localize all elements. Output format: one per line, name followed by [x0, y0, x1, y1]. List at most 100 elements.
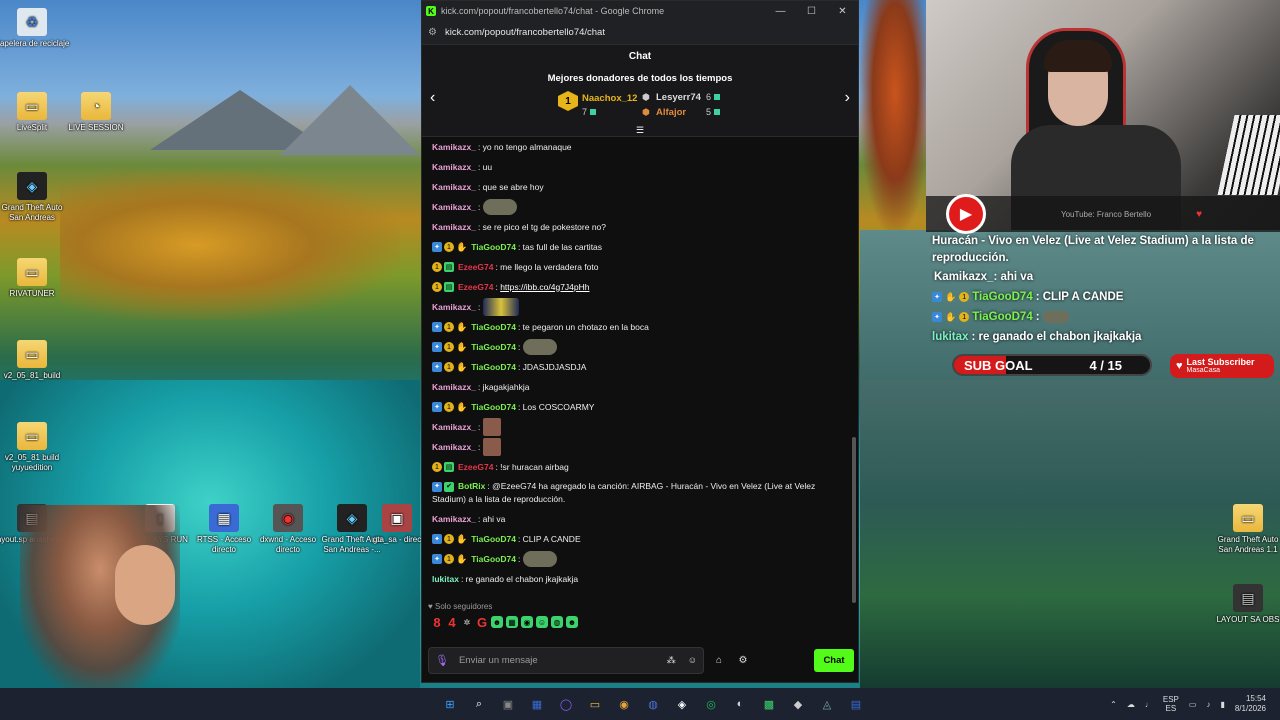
chat-username[interactable]: TiaGooD74: [471, 321, 516, 334]
gold-badge-icon: 1: [444, 362, 454, 372]
chat-username[interactable]: Kamikazx_: [432, 441, 476, 454]
emote-icon[interactable]: 4: [446, 615, 458, 630]
url-text[interactable]: kick.com/popout/francobertello74/chat: [445, 27, 605, 38]
store-icon[interactable]: ⌂: [710, 655, 728, 666]
taskbar-app-icon[interactable]: ◎: [701, 694, 721, 714]
sub-goal-count: 4 / 15: [1089, 357, 1122, 373]
rivatuner-folder[interactable]: ▭ RIVATUNER: [0, 258, 70, 299]
window-titlebar[interactable]: K kick.com/popout/francobertello74/chat …: [422, 1, 858, 21]
microphone-tray-icon[interactable]: ♩: [1145, 700, 1153, 709]
emote-icon[interactable]: G: [476, 615, 488, 630]
layout-sa-obs-file[interactable]: ▤ LAYOUT SA OBS: [1210, 584, 1280, 625]
translate-icon[interactable]: ⁂: [667, 655, 676, 666]
site-info-icon[interactable]: ⚙: [428, 27, 437, 38]
emote-icon[interactable]: ✲: [461, 616, 473, 628]
chevron-left-icon[interactable]: ‹: [430, 89, 435, 107]
chat-message-text: : JDASJDJASDJA: [517, 361, 587, 372]
verified-badge-icon: ✦: [932, 312, 942, 322]
minimize-button[interactable]: —: [765, 6, 796, 17]
speaker-icon[interactable]: ♪: [1206, 700, 1210, 709]
gta-sa-11-folder[interactable]: ▭ Grand Theft Auto San Andreas 1.1: [1210, 504, 1280, 555]
close-button[interactable]: ✕: [827, 6, 858, 17]
chat-username[interactable]: BotRix: [458, 481, 485, 491]
chat-message: Kamikazx_: uu: [432, 157, 848, 177]
taskbar-app-icon[interactable]: ◉: [614, 694, 634, 714]
taskbar-app-icon[interactable]: ▤: [846, 694, 866, 714]
taskbar-app-icon[interactable]: ◆: [788, 694, 808, 714]
chevron-up-icon[interactable]: ⌃: [1110, 700, 1117, 709]
chat-username[interactable]: EzeeG74: [458, 261, 493, 274]
donor-name[interactable]: Alfajor: [656, 107, 686, 118]
chat-link[interactable]: https://ibb.co/4g7J4pHh: [500, 281, 589, 294]
language-indicator[interactable]: ESP ES: [1163, 695, 1179, 713]
chat-message: Kamikazx_: que se abre hoy: [432, 177, 848, 197]
chat-username[interactable]: lukitax: [432, 573, 459, 586]
overlay-chat-row: Kamikazx_: ahi va: [934, 270, 1034, 283]
emote-icon[interactable]: ◉: [521, 616, 533, 628]
taskbar-app-icon[interactable]: ▩: [759, 694, 779, 714]
hand-badge-icon: ✋: [456, 321, 468, 332]
clock[interactable]: 15:54 8/1/2026: [1235, 694, 1266, 714]
recycle-bin-icon[interactable]: ♻ Papelera de reciclaje: [0, 8, 70, 49]
emote-icon[interactable]: ☺: [536, 616, 548, 628]
send-chat-button[interactable]: Chat: [814, 649, 854, 672]
taskbar-app-icon[interactable]: ▦: [527, 694, 547, 714]
chat-username[interactable]: EzeeG74: [458, 281, 493, 294]
network-icon[interactable]: ☁: [1127, 700, 1135, 709]
settings-gear-icon[interactable]: ⚙: [734, 655, 752, 666]
live-session-shortcut[interactable]: ◔ LIVE SESSION: [58, 92, 134, 133]
emote-icon[interactable]: ◍: [551, 616, 563, 628]
chat-username[interactable]: Kamikazx_: [432, 513, 476, 526]
battery-icon[interactable]: ▮: [1220, 700, 1224, 709]
chevron-right-icon[interactable]: ›: [845, 89, 850, 107]
chat-scrollbar[interactable]: [852, 437, 856, 603]
donor-name[interactable]: Lesyerr74: [656, 92, 701, 103]
taskbar-app-icon[interactable]: ◬: [817, 694, 837, 714]
chat-username[interactable]: Kamikazx_: [432, 301, 476, 314]
emoji-icon[interactable]: ☺: [688, 655, 697, 666]
chat-username[interactable]: TiaGooD74: [471, 341, 516, 354]
taskbar-app-icon[interactable]: ◈: [672, 694, 692, 714]
chat-username[interactable]: Kamikazx_: [432, 181, 476, 194]
build-folder[interactable]: ▭ v2_05_81_build: [0, 340, 70, 381]
sub-goal-label: SUB GOAL: [964, 357, 1033, 373]
emote-icon[interactable]: 8: [431, 615, 443, 630]
verified-badge-icon: ✦: [432, 481, 442, 492]
chat-username[interactable]: Kamikazx_: [432, 421, 476, 434]
emote-icon[interactable]: ☻: [491, 616, 503, 628]
chat-username[interactable]: TiaGooD74: [471, 241, 516, 254]
taskbar-app-icon[interactable]: ◯: [556, 694, 576, 714]
emote-image: [482, 418, 501, 436]
chat-username[interactable]: TiaGooD74: [471, 401, 516, 414]
maximize-button[interactable]: ☐: [796, 6, 827, 17]
chat-username[interactable]: Kamikazx_: [432, 221, 476, 234]
chat-username[interactable]: TiaGooD74: [471, 533, 516, 546]
donor-name[interactable]: Naachox_12: [582, 93, 637, 104]
emote-image: [482, 199, 517, 215]
taskbar-app-icon[interactable]: ⌕: [469, 694, 489, 714]
collapse-icon[interactable]: ☰: [636, 125, 644, 136]
emote-icon[interactable]: ☻: [566, 616, 578, 628]
gta-sa-shortcut[interactable]: ◈ Grand Theft Auto San Andreas: [0, 172, 70, 223]
gta-sa-direct-shortcut[interactable]: ▣ gta_sa - direc: [372, 504, 422, 545]
chat-username[interactable]: Kamikazx_: [432, 201, 476, 214]
chat-username[interactable]: Kamikazx_: [432, 381, 476, 394]
gold-badge-icon: 1: [444, 554, 454, 564]
microphone-icon[interactable]: 🎙: [435, 654, 449, 667]
monitor-icon[interactable]: ▭: [1189, 700, 1197, 709]
chat-username[interactable]: EzeeG74: [458, 461, 493, 474]
emote-icon[interactable]: ▦: [506, 616, 518, 628]
chat-username[interactable]: TiaGooD74: [471, 361, 516, 374]
chat-username[interactable]: TiaGooD74: [471, 553, 516, 566]
chat-message-list[interactable]: Kamikazx_: yo no tengo almanaque Kamikazx…: [422, 137, 858, 599]
chat-username[interactable]: Kamikazx_: [432, 141, 476, 154]
address-bar[interactable]: ⚙ kick.com/popout/francobertello74/chat: [422, 21, 858, 45]
build-yuyu-folder[interactable]: ▭ v2_05_81 build yuyuedition: [0, 422, 70, 473]
taskbar-app-icon[interactable]: ◐: [730, 694, 750, 714]
taskbar-app-icon[interactable]: ▭: [585, 694, 605, 714]
taskbar-app-icon[interactable]: ⊞: [440, 694, 460, 714]
chat-message-input[interactable]: 🎙 Enviar un mensaje ⁂ ☺: [428, 647, 704, 674]
taskbar-app-icon[interactable]: ◍: [643, 694, 663, 714]
chat-username[interactable]: Kamikazx_: [432, 161, 476, 174]
taskbar-app-icon[interactable]: ▣: [498, 694, 518, 714]
